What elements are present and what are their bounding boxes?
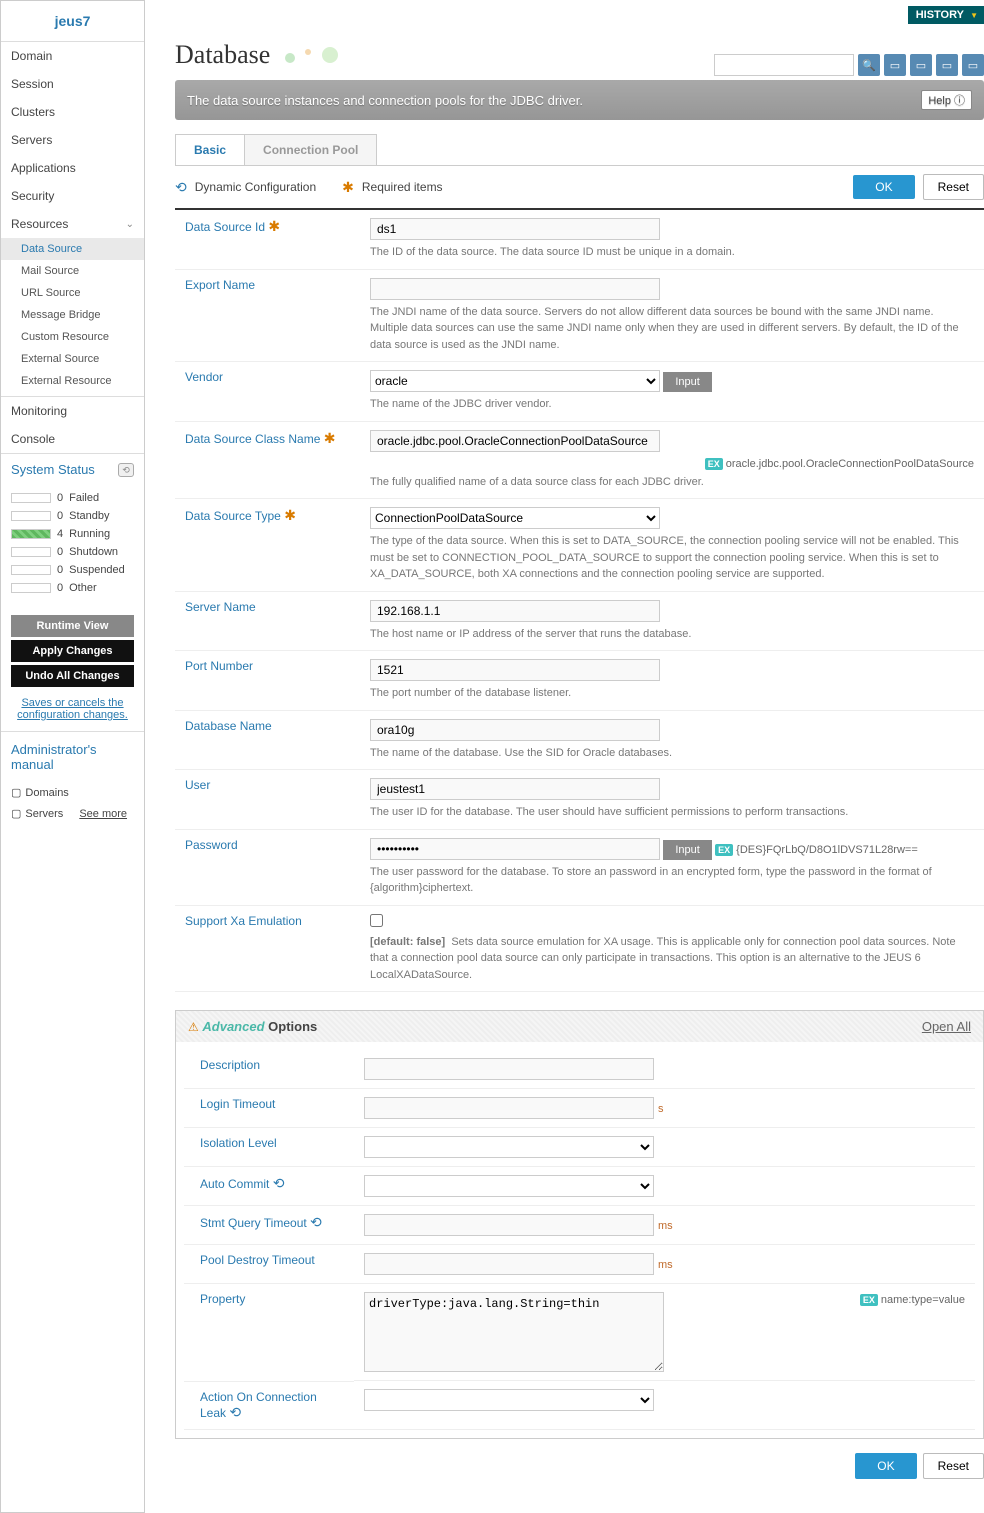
- ds-class-input[interactable]: [370, 430, 660, 452]
- password-input-button[interactable]: Input: [663, 840, 711, 860]
- adv-property-textarea[interactable]: driverType:java.lang.String=thin: [364, 1292, 664, 1372]
- undo-changes-button[interactable]: Undo All Changes: [11, 665, 134, 687]
- subtitle-bar: The data source instances and connection…: [175, 80, 984, 120]
- status-bar: [11, 511, 51, 521]
- sb-monitoring[interactable]: Monitoring: [1, 397, 144, 425]
- admin-manual-title: Administrator's manual: [1, 732, 144, 782]
- runtime-view-button[interactable]: Runtime View: [11, 615, 134, 637]
- sb-message-bridge[interactable]: Message Bridge: [1, 304, 144, 326]
- adv-action-leak-select[interactable]: [364, 1389, 654, 1411]
- adv-description-input[interactable]: [364, 1058, 654, 1080]
- search-icon[interactable]: 🔍: [858, 54, 880, 76]
- history-button[interactable]: HISTORY: [908, 6, 984, 24]
- port-input[interactable]: [370, 659, 660, 681]
- search-input[interactable]: [714, 54, 854, 76]
- adv-pool-destroy-input[interactable]: [364, 1253, 654, 1275]
- sb-domain[interactable]: Domain: [1, 42, 144, 70]
- ok-button-top[interactable]: OK: [853, 175, 914, 199]
- xa-checkbox[interactable]: [370, 914, 383, 927]
- reset-button-bottom[interactable]: Reset: [923, 1453, 984, 1479]
- status-row: 0Other: [11, 579, 134, 597]
- export-name-input[interactable]: [370, 278, 660, 300]
- page-title: Database: [175, 30, 340, 80]
- status-bar: [11, 493, 51, 503]
- status-bar: [11, 583, 51, 593]
- toolbar-icon-3[interactable]: ▭: [936, 54, 958, 76]
- status-row: 4Running: [11, 525, 134, 543]
- sb-servers[interactable]: Servers: [1, 126, 144, 154]
- sb-external-resource[interactable]: External Resource: [1, 370, 144, 392]
- tab-connection-pool[interactable]: Connection Pool: [244, 134, 377, 165]
- datasource-id-input[interactable]: [370, 218, 660, 240]
- refresh-status-icon[interactable]: ⟲: [118, 463, 134, 477]
- help-button[interactable]: Help ⓘ: [921, 90, 972, 110]
- main-content: HISTORY Database 🔍 ▭ ▭ ▭ ▭ The data: [145, 0, 984, 1513]
- sb-console[interactable]: Console: [1, 425, 144, 453]
- toolbar-icon-1[interactable]: ▭: [884, 54, 906, 76]
- tabs: Basic Connection Pool: [175, 134, 984, 166]
- legend-dynamic: Dynamic Configuration: [195, 180, 316, 194]
- warn-icon: ⚠: [188, 1020, 199, 1034]
- ds-type-select[interactable]: ConnectionPoolDataSource: [370, 507, 660, 529]
- advanced-panel: ⚠ Advanced Options Open All Description …: [175, 1010, 984, 1439]
- save-cancel-link[interactable]: Saves or cancels the configuration chang…: [1, 695, 144, 723]
- system-status-title: System Status ⟲: [1, 454, 144, 485]
- tab-basic[interactable]: Basic: [175, 134, 245, 165]
- see-more-link[interactable]: See more: [79, 808, 127, 820]
- user-input[interactable]: [370, 778, 660, 800]
- sb-data-source[interactable]: Data Source: [1, 238, 144, 260]
- status-row: 0Failed: [11, 489, 134, 507]
- sb-resources[interactable]: Resources ⌄: [1, 210, 144, 238]
- legend-required: Required items: [362, 180, 443, 194]
- sb-mail-source[interactable]: Mail Source: [1, 260, 144, 282]
- apply-changes-button[interactable]: Apply Changes: [11, 640, 134, 662]
- toolbar-icon-2[interactable]: ▭: [910, 54, 932, 76]
- vendor-input-button[interactable]: Input: [663, 372, 711, 392]
- password-input[interactable]: [370, 838, 660, 860]
- status-bar: [11, 547, 51, 557]
- basic-form: Data Source Id ✱ The ID of the data sour…: [175, 210, 984, 992]
- chevron-down-icon: ⌄: [126, 219, 134, 230]
- admin-servers[interactable]: ▢ Servers See more: [1, 803, 144, 824]
- sb-custom-resource[interactable]: Custom Resource: [1, 326, 144, 348]
- db-name-input[interactable]: [370, 719, 660, 741]
- adv-stmt-timeout-input[interactable]: [364, 1214, 654, 1236]
- vendor-select[interactable]: oracle: [370, 370, 660, 392]
- required-icon: ✱: [342, 179, 354, 196]
- sync-icon: ⟲: [175, 179, 187, 196]
- logo[interactable]: jeus7: [1, 1, 144, 42]
- ok-button-bottom[interactable]: OK: [855, 1453, 916, 1479]
- status-bar: [11, 529, 51, 539]
- sb-session[interactable]: Session: [1, 70, 144, 98]
- sidebar: jeus7 Domain Session Clusters Servers Ap…: [0, 0, 145, 1513]
- status-bar: [11, 565, 51, 575]
- reset-button-top[interactable]: Reset: [923, 174, 984, 200]
- adv-login-timeout-input[interactable]: [364, 1097, 654, 1119]
- toolbar-icon-4[interactable]: ▭: [962, 54, 984, 76]
- sb-clusters[interactable]: Clusters: [1, 98, 144, 126]
- server-name-input[interactable]: [370, 600, 660, 622]
- status-row: 0Suspended: [11, 561, 134, 579]
- status-row: 0Shutdown: [11, 543, 134, 561]
- status-row: 0Standby: [11, 507, 134, 525]
- adv-autocommit-select[interactable]: [364, 1175, 654, 1197]
- admin-domains[interactable]: ▢ Domains: [1, 782, 144, 803]
- adv-isolation-select[interactable]: [364, 1136, 654, 1158]
- sb-url-source[interactable]: URL Source: [1, 282, 144, 304]
- sb-applications[interactable]: Applications: [1, 154, 144, 182]
- sb-security[interactable]: Security: [1, 182, 144, 210]
- open-all-link[interactable]: Open All: [922, 1019, 971, 1034]
- status-list: 0Failed0Standby4Running0Shutdown0Suspend…: [1, 485, 144, 607]
- sb-external-source[interactable]: External Source: [1, 348, 144, 370]
